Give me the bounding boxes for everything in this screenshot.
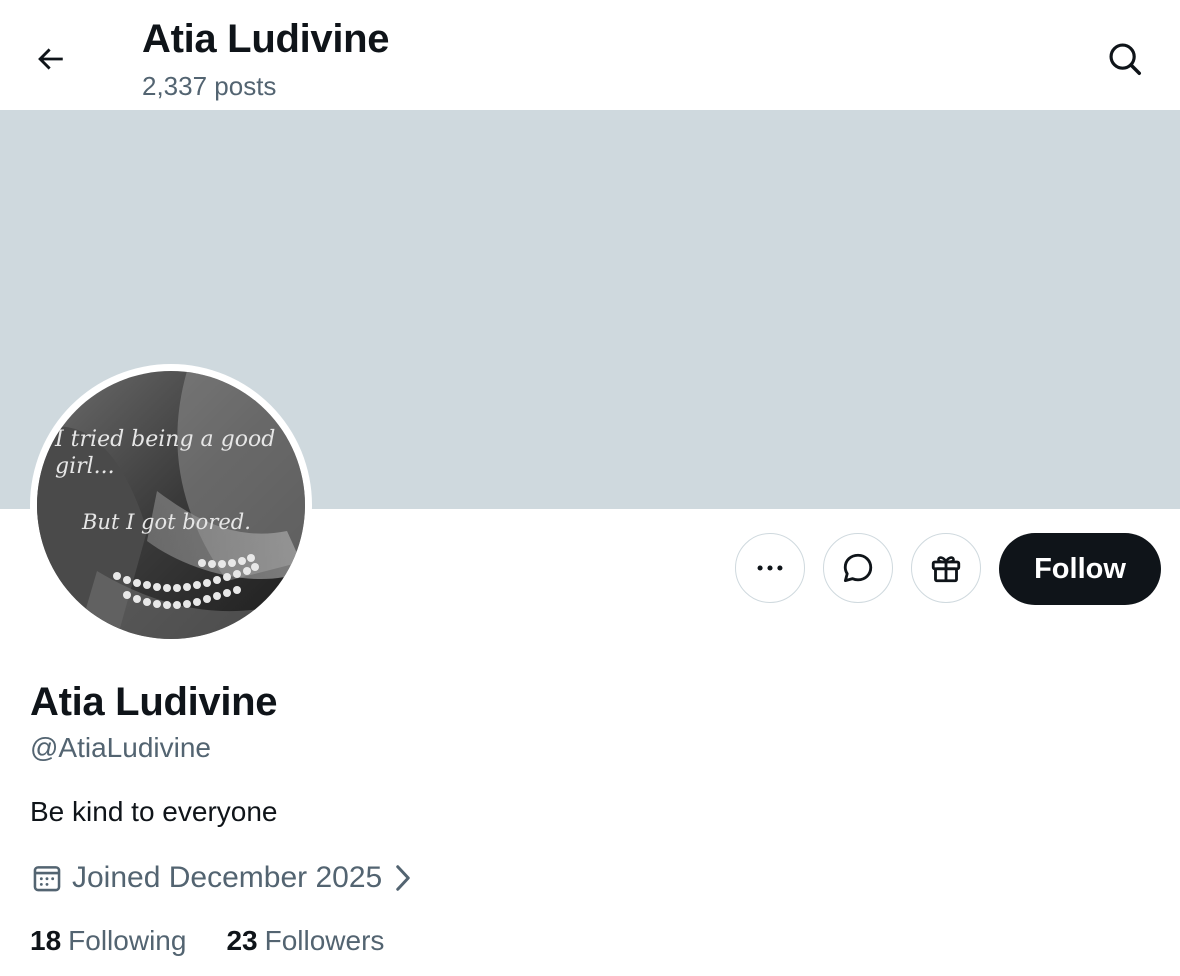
follow-button[interactable]: Follow (999, 533, 1161, 605)
search-icon (1106, 40, 1144, 78)
avatar-text-line1: I tried being a good (54, 427, 275, 452)
gift-icon (928, 550, 964, 586)
chevron-right-icon (392, 863, 414, 893)
gift-button[interactable] (911, 533, 981, 603)
back-button[interactable] (22, 31, 78, 87)
message-button[interactable] (823, 533, 893, 603)
post-count: 2,337 posts (142, 71, 277, 101)
bio: Be kind to everyone (30, 796, 278, 827)
calendar-icon (30, 861, 64, 895)
profile-header: Atia Ludivine 2,337 posts (0, 0, 1180, 110)
more-button[interactable] (735, 533, 805, 603)
user-handle: @AtiaLudivine (30, 732, 211, 763)
more-icon (753, 551, 787, 585)
arrow-left-icon (33, 42, 67, 76)
avatar-text-line2: girl... (55, 454, 115, 479)
follow-stats: 18 Following 23 Followers (30, 922, 384, 960)
display-name: Atia Ludivine (30, 680, 278, 724)
avatar-text-line3: But I got bored. (81, 510, 251, 534)
following-link[interactable]: 18 Following (30, 922, 186, 960)
avatar[interactable]: I tried being a good girl... But I got b… (37, 371, 305, 639)
following-label: Following (68, 925, 187, 956)
header-title: Atia Ludivine (142, 17, 390, 61)
joined-date: Joined December 2025 (72, 861, 383, 894)
followers-label: Followers (264, 925, 385, 956)
followers-count: 23 (226, 925, 258, 956)
message-icon (840, 550, 876, 586)
followers-link[interactable]: 23 Followers (226, 922, 384, 960)
search-button[interactable] (1097, 31, 1153, 87)
joined-date-link[interactable]: Joined December 2025 (30, 858, 414, 898)
following-count: 18 (30, 925, 62, 956)
